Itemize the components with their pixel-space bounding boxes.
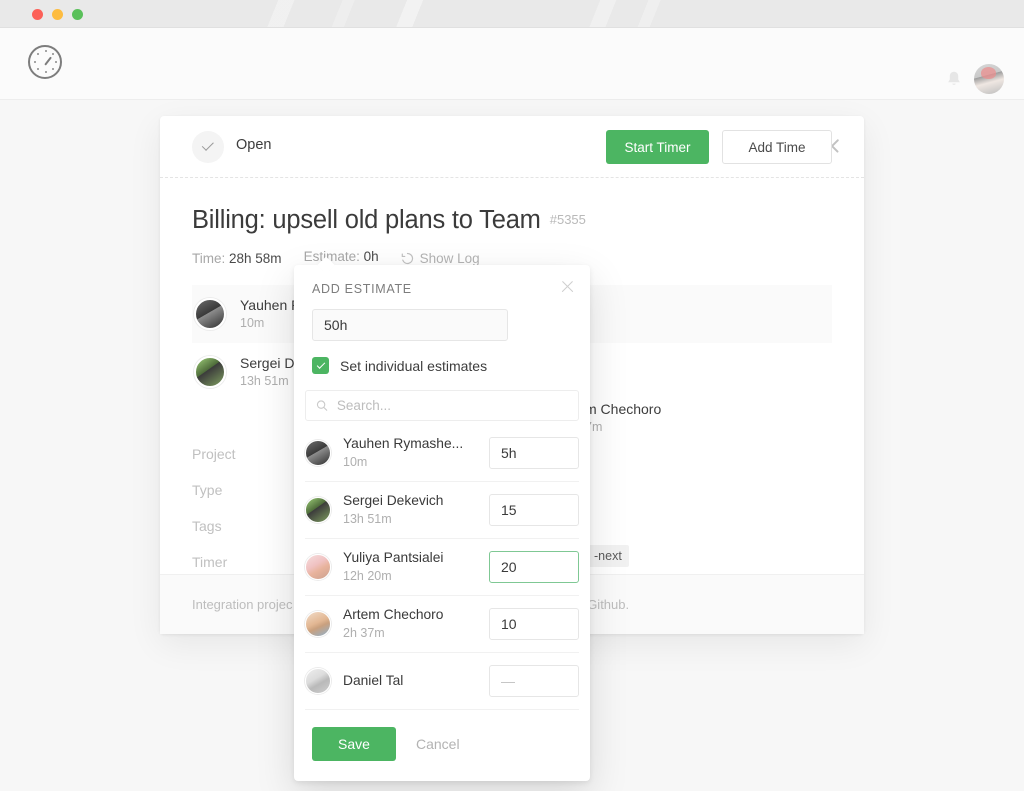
timer-logo-icon <box>28 45 62 79</box>
person-time: 2h 37m <box>343 625 385 640</box>
window-maximize-button[interactable] <box>72 9 83 20</box>
popover-actions: Save Cancel <box>294 710 590 781</box>
estimate-value: 0h <box>363 249 379 264</box>
avatar <box>305 611 331 637</box>
popover-header: ADD ESTIMATE <box>294 265 590 296</box>
person-name: Sergei Dekevich <box>343 493 444 509</box>
table-row[interactable]: Yauhen Rymashe... 10m <box>305 425 579 482</box>
hidden-assignee-name: m Chechoro <box>585 401 662 417</box>
person-estimate-input[interactable] <box>489 437 579 469</box>
hidden-assignee-time: 7m <box>585 419 603 434</box>
person-time: 10m <box>343 454 368 469</box>
total-estimate-input[interactable]: 50h <box>312 309 508 341</box>
app-header <box>0 28 1024 100</box>
table-row[interactable]: Sergei Dekevich 13h 51m <box>305 482 579 539</box>
tag-chip[interactable]: -next <box>587 545 629 567</box>
status-check-icon[interactable] <box>192 131 224 163</box>
people-estimate-list: Yauhen Rymashe... 10m Sergei Dekevich 13… <box>294 425 590 710</box>
table-row[interactable]: Artem Chechoro 2h 37m <box>305 596 579 653</box>
avatar <box>305 554 331 580</box>
avatar <box>194 356 226 388</box>
field-label-column: Project Type Tags Timer <box>192 446 236 570</box>
bell-icon[interactable] <box>946 71 962 88</box>
hidden-assignee-row: m Chechoro 7m <box>585 400 661 436</box>
person-name: Yuliya Pantsialei <box>343 550 444 566</box>
time-meta: Time: 28h 58m <box>192 251 282 266</box>
page-title: Billing: upsell old plans to Team <box>192 206 541 234</box>
search-input[interactable] <box>336 398 568 413</box>
person-estimate-input[interactable] <box>489 551 579 583</box>
start-timer-button[interactable]: Start Timer <box>606 130 709 164</box>
task-id: #5355 <box>549 212 586 227</box>
search-icon <box>316 400 328 411</box>
user-avatar[interactable] <box>974 64 1004 94</box>
avatar <box>305 668 331 694</box>
person-name: Yauhen Rymashe... <box>343 436 464 452</box>
cancel-button[interactable]: Cancel <box>416 736 460 752</box>
avatar <box>305 440 331 466</box>
time-label: Time: <box>192 250 226 266</box>
table-row[interactable]: Daniel Tal <box>305 653 579 710</box>
person-estimate-input[interactable] <box>489 494 579 526</box>
field-label-project: Project <box>192 446 236 462</box>
set-individual-estimates-toggle[interactable]: Set individual estimates <box>312 357 572 374</box>
checkbox-icon[interactable] <box>312 357 329 374</box>
person-time: 12h 20m <box>343 568 392 583</box>
person-name: Artem Chechoro <box>343 607 444 623</box>
avatar <box>194 298 226 330</box>
add-time-button[interactable]: Add Time <box>722 130 832 164</box>
field-label-tags: Tags <box>192 518 222 534</box>
show-log-label: Show Log <box>419 250 480 266</box>
window-titlebar <box>0 0 1024 28</box>
person-estimate-input[interactable] <box>489 665 579 697</box>
window-minimize-button[interactable] <box>52 9 63 20</box>
search-field[interactable] <box>305 390 579 421</box>
table-row[interactable]: Yuliya Pantsialei 12h 20m <box>305 539 579 596</box>
close-icon[interactable] <box>560 279 575 294</box>
person-time: 13h 51m <box>343 511 392 526</box>
set-individual-estimates-label: Set individual estimates <box>340 357 488 374</box>
app-window: Open Billing: upsell old plans to Team #5… <box>0 0 1024 791</box>
field-label-timer: Timer <box>192 554 228 570</box>
avatar <box>305 497 331 523</box>
history-icon <box>401 252 413 264</box>
show-log-button[interactable]: Show Log <box>401 251 480 266</box>
person-estimate-input[interactable] <box>489 608 579 640</box>
field-label-type: Type <box>192 482 223 498</box>
add-estimate-popover: ADD ESTIMATE 50h Set individual estimate… <box>294 265 590 781</box>
popover-title: ADD ESTIMATE <box>312 282 412 296</box>
status-label: Open <box>236 137 272 153</box>
window-close-button[interactable] <box>32 9 43 20</box>
titlebar-texture <box>230 0 1024 27</box>
person-name: Daniel Tal <box>343 672 404 688</box>
time-value: 28h 58m <box>229 250 282 266</box>
footer-text-left: Integration projec <box>192 597 293 612</box>
save-button[interactable]: Save <box>312 727 396 761</box>
